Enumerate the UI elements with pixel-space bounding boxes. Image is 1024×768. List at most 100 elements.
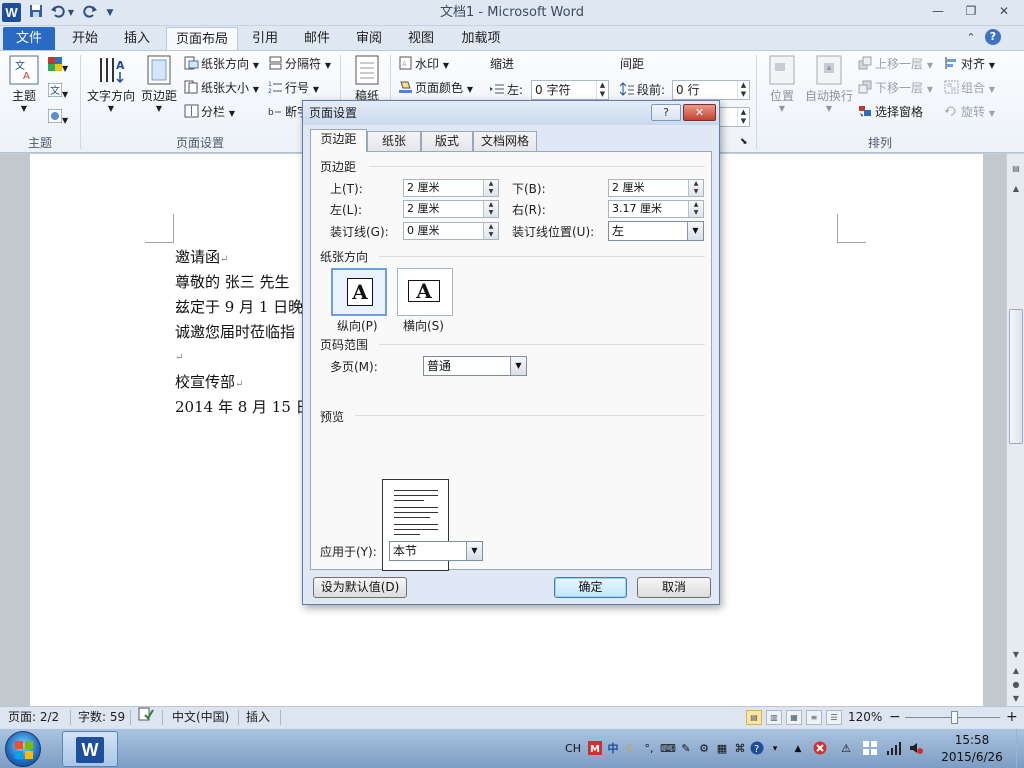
indent-left-spinner[interactable]: ▲ ▼ — [596, 81, 608, 99]
breaks-button[interactable]: 分隔符 ▼ — [268, 54, 331, 74]
tab-references[interactable]: 引用 — [244, 27, 286, 50]
tab-review[interactable]: 审阅 — [348, 27, 390, 50]
show-hidden-icons[interactable]: ▲ — [792, 741, 804, 757]
set-as-default-button[interactable]: 设为默认值(D) — [313, 577, 407, 598]
cancel-button[interactable]: 取消 — [637, 577, 711, 598]
document-line[interactable]: 校宣传部↵ — [175, 371, 243, 392]
document-line[interactable]: 邀请函↵ — [175, 246, 228, 267]
document-line[interactable]: 兹定于 9 月 1 日晚 — [175, 296, 303, 317]
proofing-icon[interactable] — [138, 707, 154, 728]
start-button[interactable] — [5, 731, 41, 767]
print-layout-view-icon[interactable]: ▤ — [746, 710, 762, 725]
theme-effects-button[interactable]: ▼ — [47, 108, 74, 129]
rotate-button[interactable]: 旋转 ▼ — [944, 102, 995, 122]
tab-file[interactable]: 文件 — [3, 27, 55, 50]
ok-button[interactable]: 确定 — [554, 577, 627, 598]
manuscript-button[interactable]: 稿纸 — [348, 55, 386, 104]
tab-mailings[interactable]: 邮件 — [296, 27, 338, 50]
watermark-button[interactable]: A 水印 ▼ — [398, 54, 449, 74]
dialog-help-button[interactable]: ? — [651, 104, 681, 121]
scroll-down-icon[interactable]: ▼ — [1009, 648, 1023, 662]
browse-object-icon[interactable]: ● — [1009, 678, 1023, 692]
clock-time[interactable]: 15:58 — [930, 733, 1014, 747]
zoom-in-button[interactable]: + — [1006, 707, 1018, 728]
paragraph-dialog-launcher-icon[interactable]: ⬊ — [740, 135, 748, 149]
tab-paper[interactable]: 纸张 — [367, 131, 421, 151]
orientation-button[interactable]: 纸张方向 ▼ — [184, 54, 259, 74]
help-icon[interactable]: ? — [985, 29, 1001, 45]
theme-colors-button[interactable]: ▼ — [48, 57, 74, 77]
wrap-text-button[interactable]: 自动换行 ▼ — [802, 55, 856, 114]
group-button[interactable]: 组合 ▼ — [944, 78, 995, 98]
page-color-button[interactable]: 页面颜色 ▼ — [398, 78, 473, 98]
chevron-down-icon[interactable]: ▼ — [466, 542, 482, 560]
word-count[interactable]: 字数: 59 — [78, 707, 125, 728]
line-numbers-button[interactable]: 1 2 行号 ▼ — [268, 78, 319, 98]
landscape-option[interactable]: A — [397, 268, 453, 316]
chevron-down-icon[interactable]: ▼ — [510, 357, 526, 375]
close-button[interactable]: ✕ — [990, 1, 1018, 21]
zoom-level[interactable]: 120% — [848, 707, 882, 728]
language-indicator[interactable]: 中文(中国) — [172, 707, 229, 728]
send-backward-button[interactable]: 下移一层 ▼ — [858, 78, 933, 98]
paper-size-button[interactable]: 纸张大小 ▼ — [184, 78, 259, 98]
document-line[interactable]: ↵ — [175, 346, 183, 364]
collapse-ribbon-icon[interactable]: ⌃ — [962, 29, 980, 47]
selection-pane-button[interactable]: 选择窗格 — [858, 102, 923, 122]
previous-page-icon[interactable]: ▲ — [1009, 664, 1023, 678]
next-page-icon[interactable]: ▼ — [1009, 692, 1023, 706]
tab-margins[interactable]: 页边距 — [310, 129, 367, 152]
document-line[interactable]: 尊敬的 张三 先生 — [175, 271, 290, 292]
multiple-pages-select[interactable]: 普通 ▼ — [423, 356, 527, 376]
tab-insert[interactable]: 插入 — [114, 27, 160, 50]
theme-fonts-button[interactable]: 文 ▼ — [47, 82, 74, 103]
ime-settings-icon[interactable]: ⌘ — [733, 741, 747, 757]
chevron-down-icon[interactable]: ▼ — [687, 222, 703, 240]
text-direction-button[interactable]: A 文字方向 ▼ — [84, 55, 138, 114]
insert-mode-indicator[interactable]: 插入 — [246, 707, 270, 728]
portrait-label[interactable]: 纵向(P) — [337, 317, 378, 334]
outline-view-icon[interactable]: ≡ — [806, 710, 822, 725]
ime-halfwidth-icon[interactable]: ☾ — [624, 741, 638, 757]
show-desktop-button[interactable] — [1016, 729, 1024, 768]
clock-date[interactable]: 2015/6/26 — [930, 750, 1014, 764]
scrollbar-thumb[interactable] — [1009, 309, 1023, 444]
document-line[interactable]: 诚邀您届时莅临指 — [175, 321, 295, 342]
network-status-icon[interactable]: ⚠ — [838, 741, 854, 757]
minimize-button[interactable]: — — [924, 1, 952, 21]
bring-forward-button[interactable]: 上移一层 ▼ — [858, 54, 933, 74]
scroll-up-icon[interactable]: ▲ — [1009, 182, 1023, 196]
zoom-slider-thumb[interactable] — [951, 711, 958, 724]
right-margin-input[interactable]: 3.17 厘米 ▲ ▼ — [608, 200, 704, 218]
page-count[interactable]: 页面: 2/2 — [8, 707, 59, 728]
ime-chinese-mode-icon[interactable]: 中 — [606, 741, 620, 757]
ime-punctuation-icon[interactable]: °, — [642, 741, 656, 757]
ime-help-icon[interactable]: ? — [750, 741, 764, 757]
right-margin-spinner[interactable]: ▲ ▼ — [688, 201, 703, 217]
vertical-scrollbar[interactable]: ▤ ▲ ▼ ▲ ● ▼ — [1006, 154, 1024, 706]
ruler-toggle-icon[interactable]: ▤ — [1009, 162, 1023, 176]
taskbar-word-button[interactable]: W — [62, 731, 118, 767]
margins-button[interactable]: 页边距 ▼ — [138, 55, 180, 114]
apply-to-select[interactable]: 本节 ▼ — [389, 541, 483, 561]
security-alert-icon[interactable] — [812, 741, 828, 757]
tab-page-layout[interactable]: 页面布局 — [166, 27, 238, 50]
landscape-label[interactable]: 横向(S) — [403, 317, 444, 334]
tab-addins[interactable]: 加载项 — [452, 27, 510, 50]
tab-view[interactable]: 视图 — [400, 27, 442, 50]
gutter-spinner[interactable]: ▲ ▼ — [483, 223, 498, 239]
spacing-before-input[interactable]: 0 行 ▲ ▼ — [672, 80, 750, 100]
left-margin-spinner[interactable]: ▲ ▼ — [483, 201, 498, 217]
indent-left-input[interactable]: 0 字符 ▲ ▼ — [531, 80, 609, 100]
ime-options-icon[interactable]: ▾ — [770, 741, 780, 757]
zoom-out-button[interactable]: − — [889, 707, 901, 728]
tab-layout[interactable]: 版式 — [421, 131, 473, 151]
gutter-input[interactable]: 0 厘米 ▲ ▼ — [403, 222, 499, 240]
portrait-option[interactable]: A — [331, 268, 387, 316]
ime-keyboard-icon[interactable]: ⌨ — [660, 741, 676, 757]
spacing-before-spinner[interactable]: ▲ ▼ — [737, 81, 749, 99]
left-margin-input[interactable]: 2 厘米 ▲ ▼ — [403, 200, 499, 218]
ime-logo-icon[interactable]: M — [587, 741, 603, 757]
signal-strength-icon[interactable] — [886, 741, 902, 757]
tab-home[interactable]: 开始 — [62, 27, 108, 50]
